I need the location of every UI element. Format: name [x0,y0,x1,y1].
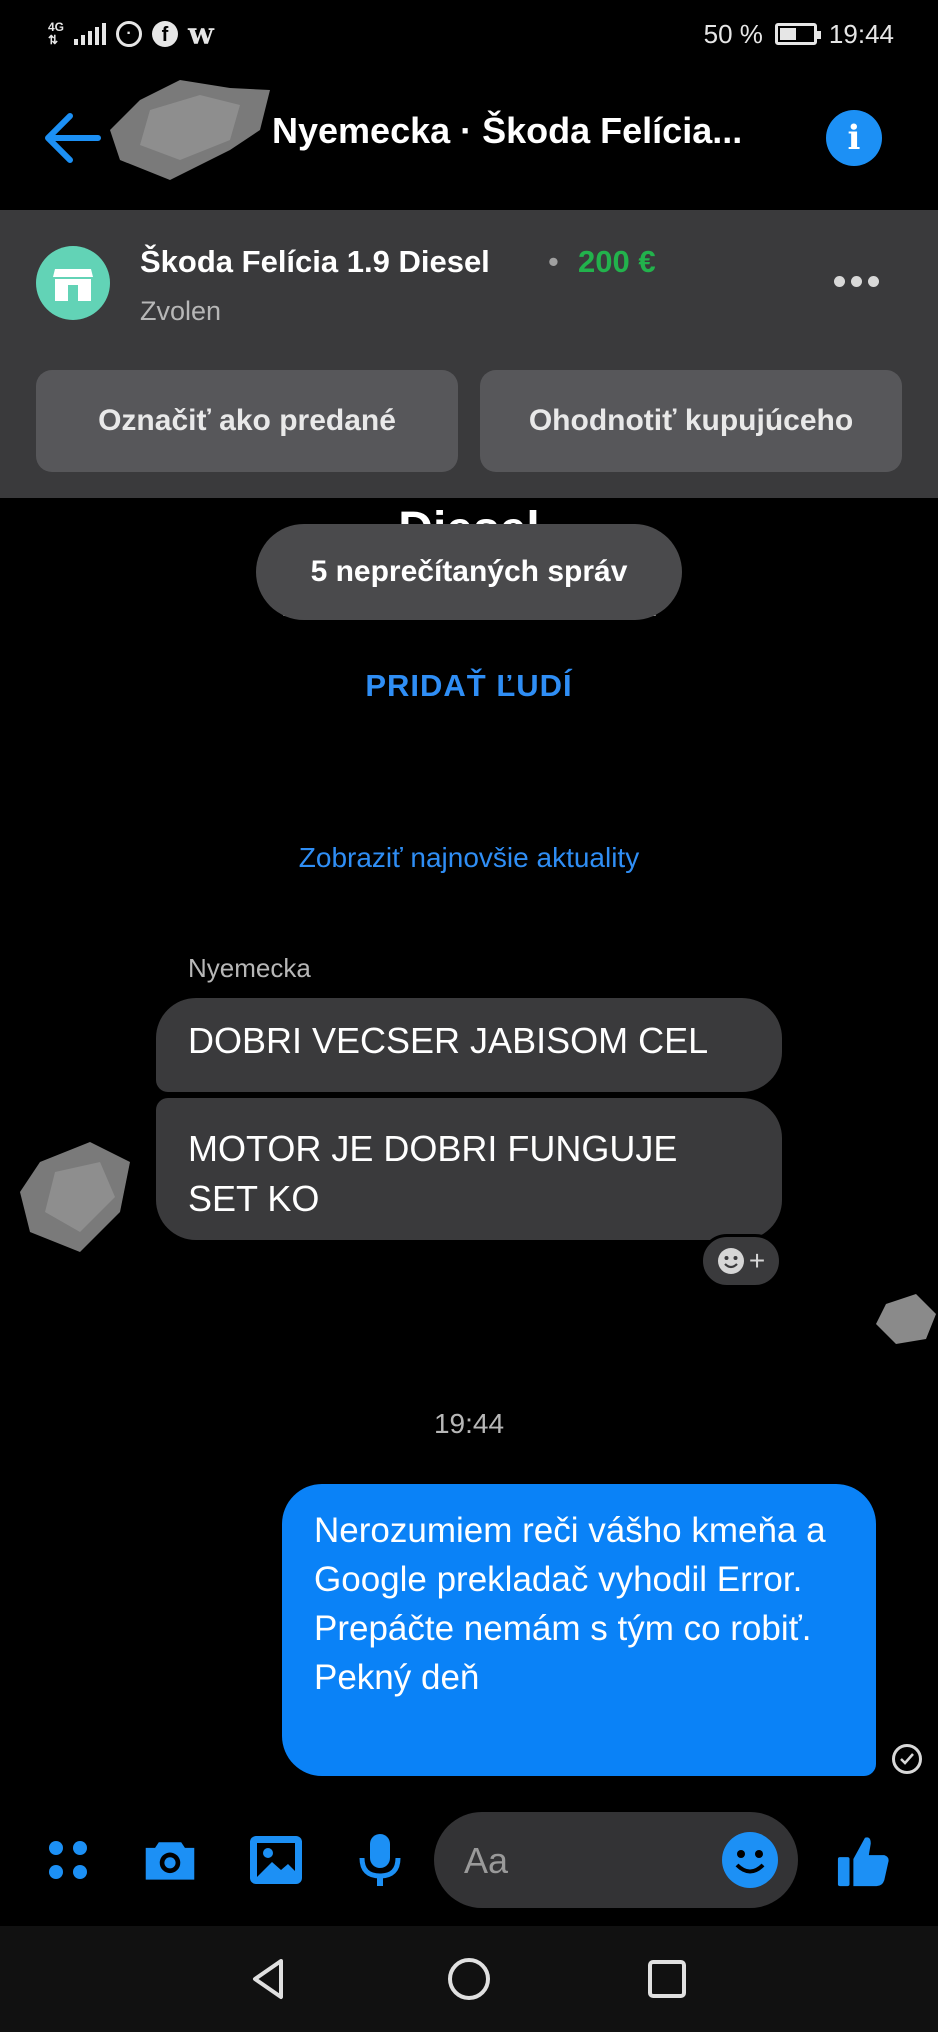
info-button[interactable]: i [826,110,882,166]
delivered-check-icon [892,1744,922,1774]
listing-location: Zvolen [140,296,222,326]
battery-icon [774,23,821,45]
add-reaction-button[interactable]: + [700,1234,782,1288]
status-bar-left: 4G ⇅ · f w [48,14,214,54]
home-circle-icon[interactable] [438,1948,500,2010]
signal-icon [74,23,107,45]
listing-title[interactable]: Škoda Felícia 1.9 Diesel [140,244,490,280]
message-timestamp: 19:44 [433,1408,505,1439]
emoji-icon[interactable] [722,1832,778,1888]
facebook-icon: f [152,21,179,47]
microphone-icon[interactable] [352,1832,408,1888]
info-icon: i [847,118,861,158]
network-type: 4G ⇅ [48,20,65,47]
chat-title[interactable]: Nyemecka · Škoda Felícia... [272,110,742,152]
sender-name: Nyemecka [188,953,311,983]
recents-square-icon[interactable] [636,1948,698,2010]
add-people-link[interactable]: PRIDAŤ ĽUDÍ [0,668,938,704]
separator-dot: • [548,244,559,279]
seen-avatar [876,1294,938,1344]
emoji-icon [717,1248,744,1274]
status-bar-right: 50 % 19:44 [704,14,894,54]
unread-messages-toast[interactable]: 5 neprečítaných správ [256,524,682,620]
more-dots-icon[interactable] [834,276,879,287]
message-placeholder: Aa [464,1840,509,1881]
gallery-icon[interactable] [248,1832,304,1888]
menu-grid-icon[interactable] [40,1832,96,1888]
incoming-message[interactable]: DOBRI VECSER JABISOM CEL [156,998,782,1092]
storefront-icon [36,246,110,320]
battery-percent: 50 % [703,18,763,49]
rate-buyer-button[interactable]: Ohodnotiť kupujúceho [480,370,902,472]
latest-updates-link[interactable]: Zobraziť najnovšie aktuality [0,842,938,874]
camera-icon[interactable] [142,1832,198,1888]
back-triangle-icon[interactable] [238,1948,300,2010]
avatar[interactable] [110,80,280,180]
arrow-left-icon [45,113,101,163]
outgoing-message[interactable]: Nerozumiem reči vášho kmeňa a Google pre… [282,1484,876,1776]
app-w-icon: w [188,16,214,52]
thumbs-up-icon[interactable] [836,1832,892,1888]
mark-sold-button[interactable]: Označiť ako predané [36,370,458,472]
clock: 19:44 [828,18,894,49]
back-button[interactable] [40,108,104,168]
sender-avatar[interactable] [20,1142,140,1252]
listing-price: 200 € [578,244,656,279]
incoming-message[interactable]: MOTOR JE DOBRI FUNGUJE SET KO [156,1098,782,1240]
alarm-icon: · [116,21,143,47]
